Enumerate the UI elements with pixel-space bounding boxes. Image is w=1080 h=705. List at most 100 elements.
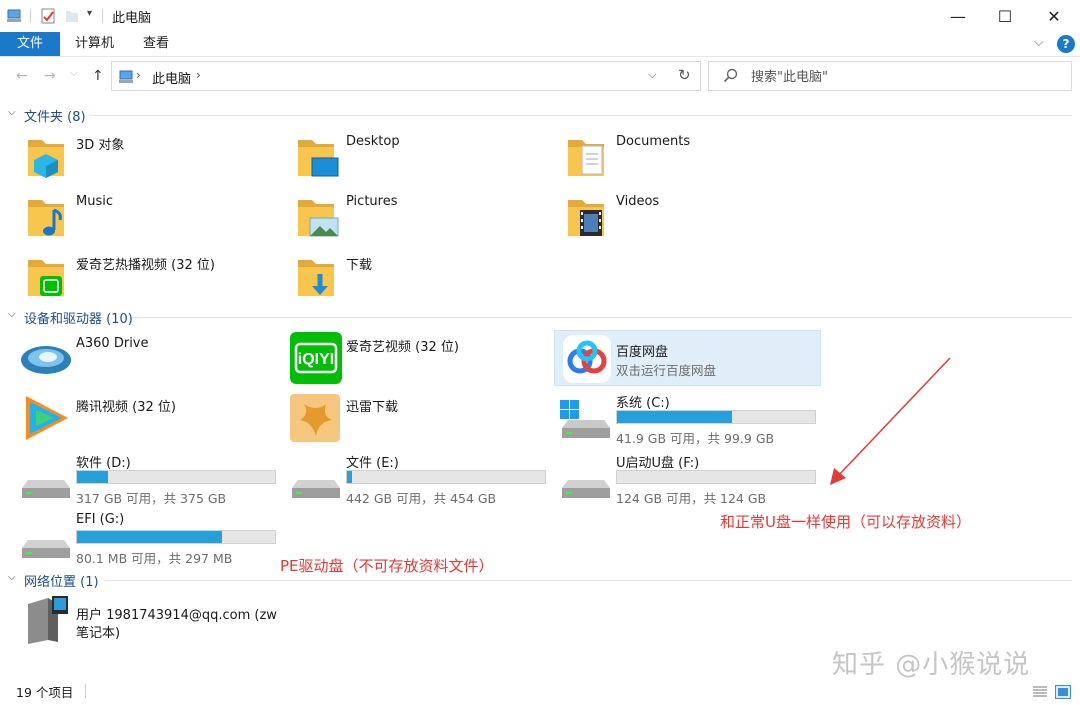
drive-e-files[interactable]: 文件 (E:) 442 GB 可用，共 454 GB <box>288 450 550 506</box>
drive-g-efi[interactable]: EFI (G:) 80.1 MB 可用，共 297 MB <box>18 510 280 566</box>
drive-c-system[interactable]: 系统 (C:) 41.9 GB 可用，共 99.9 GB <box>558 390 820 446</box>
hard-drive-icon <box>292 480 340 498</box>
large-icons-view-icon[interactable] <box>1055 685 1071 699</box>
item-name-continued: 笔记本) <box>76 626 121 641</box>
group-divider <box>90 115 1072 116</box>
item-name: Desktop <box>346 134 400 149</box>
item-name: 爱奇艺热播视频 (32 位) <box>76 258 215 273</box>
search-icon <box>723 68 738 83</box>
maximize-button[interactable]: ☐ <box>981 0 1029 32</box>
drive-usage-bar <box>616 470 816 484</box>
desktop-folder-icon <box>298 140 339 177</box>
item-name: A360 Drive <box>76 336 149 351</box>
device-baidu-netdisk[interactable]: 百度网盘 双击运行百度网盘 <box>554 330 821 386</box>
annotation-usb-note: 和正常U盘一样使用（可以存放资料） <box>720 513 971 531</box>
network-location-item[interactable]: 用户 1981743914@qq.com (zw 笔记本) <box>18 594 280 646</box>
a360-drive-icon <box>21 346 71 374</box>
breadcrumb-separator-icon[interactable]: › <box>196 68 201 82</box>
forward-button[interactable]: → <box>44 68 56 84</box>
tab-view[interactable]: 查看 <box>128 32 184 56</box>
search-box[interactable] <box>708 61 1072 91</box>
folder-music[interactable]: Music <box>18 188 280 244</box>
new-folder-icon[interactable] <box>64 8 80 24</box>
item-name: Videos <box>616 194 660 209</box>
tab-computer[interactable]: 计算机 <box>60 32 129 56</box>
downloads-folder-icon <box>298 260 334 296</box>
item-name: Pictures <box>346 194 398 209</box>
drive-capacity: 317 GB 可用，共 375 GB <box>76 491 227 506</box>
item-name: 用户 1981743914@qq.com (zw <box>76 608 277 623</box>
folder-3d-objects[interactable]: 3D 对象 <box>18 128 280 184</box>
drive-capacity: 80.1 MB 可用，共 297 MB <box>76 551 233 566</box>
device-a360-drive[interactable]: A360 Drive <box>18 330 280 386</box>
thunder-download-icon <box>290 394 340 442</box>
tab-file[interactable]: 文件 <box>0 32 60 56</box>
hard-drive-icon <box>22 540 70 558</box>
collapse-chevron-icon[interactable]: ⌵ <box>8 309 16 320</box>
baidu-netdisk-icon <box>563 335 611 383</box>
device-iqiyi-video[interactable]: iQIYI 爱奇艺视频 (32 位) <box>288 330 550 386</box>
quick-access-separator <box>30 9 31 23</box>
item-name: Music <box>76 194 113 209</box>
close-button[interactable]: ✕ <box>1030 0 1078 32</box>
item-name: EFI (G:) <box>76 512 125 527</box>
iqiyi-folder-icon <box>28 260 64 296</box>
item-name: 百度网盘 <box>616 345 669 360</box>
network-location-icon <box>28 596 68 644</box>
group-header-devices[interactable]: ⌵ 设备和驱动器 (10) <box>8 309 1072 327</box>
this-pc-icon <box>7 9 21 22</box>
properties-icon[interactable] <box>40 8 56 24</box>
ribbon-expand-icon[interactable]: ⌵ <box>1034 35 1044 50</box>
group-header-network[interactable]: ⌵ 网络位置 (1) <box>8 572 1072 590</box>
collapse-chevron-icon[interactable]: ⌵ <box>8 107 16 118</box>
device-tencent-video[interactable]: 腾讯视频 (32 位) <box>18 390 280 446</box>
refresh-icon[interactable]: ↻ <box>678 66 691 84</box>
recent-locations-icon[interactable]: ⌵ <box>70 68 78 79</box>
search-input[interactable] <box>749 66 1053 88</box>
folder-downloads[interactable]: 下载 <box>288 248 550 304</box>
device-thunder-download[interactable]: 迅雷下载 <box>288 390 550 446</box>
tencent-video-icon <box>26 396 68 440</box>
collapse-chevron-icon[interactable]: ⌵ <box>8 572 16 583</box>
folder-documents[interactable]: Documents <box>558 128 820 184</box>
address-bar[interactable]: › 此电脑 › ⌵ ↻ <box>111 61 701 91</box>
group-divider <box>104 580 1072 581</box>
group-label: 文件夹 (8) <box>24 110 86 125</box>
folder-desktop[interactable]: Desktop <box>288 128 550 184</box>
drive-d-software[interactable]: 软件 (D:) 317 GB 可用，共 375 GB <box>18 450 280 506</box>
group-label: 设备和驱动器 (10) <box>24 312 133 327</box>
quick-access-dropdown-icon[interactable]: ▾ <box>87 8 92 19</box>
item-name: 文件 (E:) <box>346 456 399 471</box>
group-header-folders[interactable]: ⌵ 文件夹 (8) <box>8 107 1072 125</box>
breadcrumb-this-pc[interactable]: 此电脑 <box>152 68 191 87</box>
music-folder-icon <box>28 200 64 236</box>
this-pc-icon <box>119 70 133 83</box>
watermark: 知乎 @小猴说说 <box>832 650 1031 680</box>
details-view-icon[interactable] <box>1032 685 1048 699</box>
item-name: 迅雷下载 <box>346 400 399 415</box>
folder-iqiyi-hot-videos[interactable]: 爱奇艺热播视频 (32 位) <box>18 248 280 304</box>
usb-drive-icon <box>562 480 610 498</box>
item-name: 下载 <box>346 258 373 273</box>
item-name: Documents <box>616 134 691 149</box>
hard-drive-icon <box>22 480 70 498</box>
folder-videos[interactable]: Videos <box>558 188 820 244</box>
up-button[interactable]: ↑ <box>92 68 104 84</box>
item-name: U启动U盘 (F:) <box>616 456 700 471</box>
window-title: 此电脑 <box>112 11 152 26</box>
address-dropdown-icon[interactable]: ⌵ <box>648 68 656 82</box>
breadcrumb-separator-icon[interactable]: › <box>136 68 141 82</box>
videos-folder-icon <box>568 200 604 236</box>
minimize-button[interactable]: — <box>934 0 982 32</box>
item-name: 爱奇艺视频 (32 位) <box>346 340 459 355</box>
drive-f-usb[interactable]: U启动U盘 (F:) 124 GB 可用，共 124 GB <box>558 450 820 506</box>
drive-capacity: 442 GB 可用，共 454 GB <box>346 491 497 506</box>
item-name: 系统 (C:) <box>616 396 670 411</box>
help-icon[interactable]: ? <box>1057 35 1075 53</box>
folder-pictures[interactable]: Pictures <box>288 188 550 244</box>
iqiyi-app-icon: iQIYI <box>290 332 342 384</box>
status-divider <box>85 684 86 698</box>
back-button[interactable]: ← <box>16 68 28 84</box>
drive-usage-bar <box>76 530 276 544</box>
ribbon-tabs: 文件 计算机 查看 ⌵ ? <box>0 32 1080 57</box>
